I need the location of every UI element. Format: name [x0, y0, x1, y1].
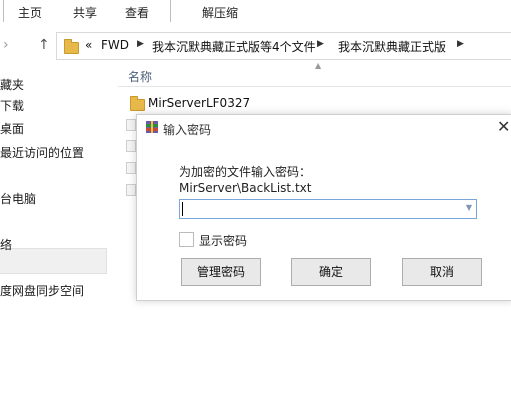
nav-item-recent[interactable]: 最近访问的位置: [0, 144, 84, 161]
row-checkbox[interactable]: [126, 184, 136, 196]
chevron-right-icon[interactable]: ▶: [317, 39, 324, 49]
password-prompt: 为加密的文件输入密码：: [179, 165, 312, 179]
back-arrow-icon[interactable]: ›: [3, 37, 9, 53]
nav-item-this-pc[interactable]: 这台电脑: [0, 190, 36, 207]
column-name-header[interactable]: 名称: [128, 68, 152, 85]
row-checkbox[interactable]: [126, 119, 136, 131]
tab-view[interactable]: 查看: [125, 4, 149, 21]
chevron-right-icon[interactable]: ▶: [137, 39, 144, 49]
winrar-icon: [146, 121, 158, 133]
folder-icon: [130, 96, 145, 111]
nav-selection-highlight: [0, 248, 107, 274]
row-checkbox[interactable]: [126, 162, 136, 174]
show-password-label[interactable]: 显示密码: [199, 232, 247, 249]
show-password-checkbox[interactable]: [179, 232, 194, 247]
cancel-button[interactable]: 取消: [402, 258, 482, 286]
tab-extract[interactable]: 解压缩: [202, 4, 238, 21]
sort-caret-icon: ▲: [315, 61, 322, 70]
breadcrumb-fwd[interactable]: FWD: [101, 38, 129, 52]
address-row: › ↑ « FWD ▶ 我本沉默典藏正式版等4个文件 ▶ 我本沉默典藏正式版 ▶: [0, 24, 511, 64]
address-bar[interactable]: « FWD ▶ 我本沉默典藏正式版等4个文件 ▶ 我本沉默典藏正式版 ▶: [56, 32, 511, 60]
breadcrumb-folder-2[interactable]: 我本沉默典藏正式版: [338, 38, 446, 55]
breadcrumb-overflow[interactable]: «: [85, 38, 92, 52]
folder-icon: [64, 39, 79, 54]
navigation-pane: 收藏夹 下载 桌面 最近访问的位置 这台电脑 网络 百度网盘同步空间: [0, 64, 118, 414]
nav-item-desktop[interactable]: 桌面: [0, 120, 24, 137]
ribbon-tabs: 主页 共享 查看 解压缩: [0, 0, 511, 25]
chevron-right-icon[interactable]: ▶: [457, 39, 464, 49]
tab-share[interactable]: 共享: [73, 4, 97, 21]
nav-item-favorites[interactable]: 收藏夹: [0, 76, 24, 93]
ok-button[interactable]: 确定: [291, 258, 371, 286]
manage-passwords-button[interactable]: 管理密码: [181, 258, 261, 286]
password-input[interactable]: ▼: [179, 199, 477, 219]
list-item[interactable]: MirServerLF0327: [118, 94, 511, 114]
close-icon[interactable]: ✕: [497, 117, 510, 136]
row-checkbox[interactable]: [126, 140, 136, 152]
nav-item-baidu-sync[interactable]: 百度网盘同步空间: [0, 282, 84, 299]
nav-item-network[interactable]: 网络: [0, 236, 12, 253]
text-caret: [182, 202, 183, 216]
up-arrow-icon[interactable]: ↑: [38, 37, 50, 53]
list-item-name: MirServerLF0327: [148, 96, 251, 110]
ribbon-divider: [3, 0, 4, 22]
breadcrumb-folder-1[interactable]: 我本沉默典藏正式版等4个文件: [152, 38, 316, 55]
file-path: MirServer\BackList.txt: [179, 181, 312, 195]
password-dialog: 输入密码 ✕ 为加密的文件输入密码： MirServer\BackList.tx…: [136, 114, 511, 301]
nav-item-downloads[interactable]: 下载: [0, 97, 24, 114]
dialog-title: 输入密码: [163, 123, 212, 137]
ribbon-divider: [170, 0, 171, 22]
column-header: ▲ 名称: [118, 61, 511, 87]
chevron-down-icon[interactable]: ▼: [466, 203, 472, 212]
tab-home[interactable]: 主页: [18, 4, 42, 21]
